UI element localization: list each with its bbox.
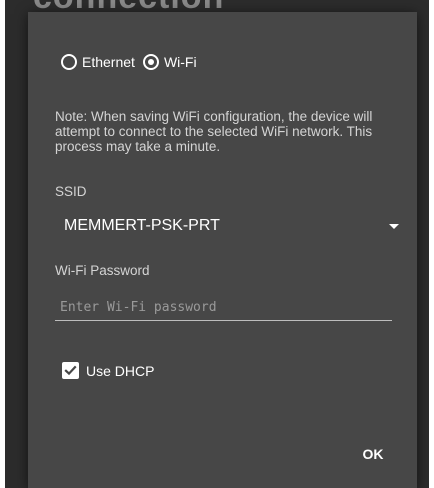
radio-ethernet[interactable]: Ethernet (61, 54, 135, 70)
wifi-config-dialog: Ethernet Wi-Fi Note: When saving WiFi co… (28, 12, 417, 488)
connection-type-group: Ethernet Wi-Fi (61, 54, 205, 70)
use-dhcp-label: Use DHCP (86, 362, 155, 379)
ssid-label: SSID (55, 184, 87, 199)
ok-button[interactable]: OK (355, 442, 391, 466)
radio-wifi[interactable]: Wi-Fi (142, 54, 197, 70)
app-screen: connection Ethernet Wi-Fi Note: When sav… (5, 0, 429, 488)
wifi-note-text: Note: When saving WiFi configuration, th… (55, 109, 373, 154)
radio-checked-icon[interactable] (142, 54, 159, 70)
dropdown-arrow-icon[interactable] (389, 224, 399, 229)
radio-wifi-label: Wi-Fi (163, 54, 197, 70)
checkbox-checked-icon[interactable] (62, 362, 79, 379)
wifi-password-label: Wi-Fi Password (55, 263, 150, 278)
radio-unchecked-icon[interactable] (61, 54, 77, 70)
radio-ethernet-label: Ethernet (82, 54, 135, 70)
wifi-password-field (55, 294, 392, 321)
ssid-selected-value: MEMMERT-PSK-PRT (64, 217, 220, 234)
ssid-dropdown[interactable]: MEMMERT-PSK-PRT (55, 213, 399, 239)
use-dhcp-checkbox[interactable]: Use DHCP (62, 362, 154, 379)
wifi-password-input[interactable] (55, 294, 392, 320)
